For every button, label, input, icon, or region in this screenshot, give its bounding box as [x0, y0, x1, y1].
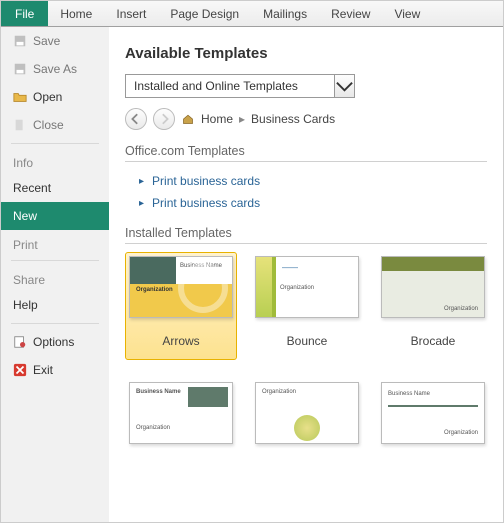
tab-page-design[interactable]: Page Design [158, 1, 251, 26]
exit-button[interactable]: Exit [1, 356, 109, 384]
template-row-1: Business Name Organization Arrows Organi… [125, 252, 487, 360]
template-bounce[interactable]: Organization Bounce [251, 252, 363, 360]
tab-view[interactable]: View [382, 1, 432, 26]
nav-forward-button[interactable] [153, 108, 175, 130]
content-pane: Available Templates Installed and Online… [109, 27, 503, 522]
tab-file[interactable]: File [1, 1, 48, 26]
share-button[interactable]: Share [1, 265, 109, 291]
tab-insert[interactable]: Insert [104, 1, 158, 26]
options-button[interactable]: Options [1, 328, 109, 356]
save-icon [13, 34, 27, 48]
breadcrumb: Home ▸ Business Cards [125, 108, 487, 130]
tab-mailings[interactable]: Mailings [251, 1, 319, 26]
template-item[interactable]: Business Name Organization [125, 378, 237, 448]
ribbon-tabs: File Home Insert Page Design Mailings Re… [1, 1, 503, 27]
recent-button[interactable]: Recent [1, 174, 109, 202]
crumb-home[interactable]: Home [201, 112, 233, 126]
template-source-dropdown[interactable]: Installed and Online Templates [125, 74, 355, 98]
backstage-sidebar: Save Save As Open Close Info Recent New … [1, 27, 109, 522]
page-title: Available Templates [125, 45, 487, 62]
template-item[interactable]: Business Name Organization [377, 378, 489, 448]
open-icon [13, 90, 27, 104]
exit-icon [13, 363, 27, 377]
close-label: Close [33, 118, 64, 132]
crumb-current: Business Cards [251, 112, 335, 126]
open-label: Open [33, 90, 62, 104]
template-label: Brocade [411, 326, 456, 356]
save-label: Save [33, 34, 60, 48]
new-button[interactable]: New [1, 202, 109, 230]
print-button[interactable]: Print [1, 230, 109, 256]
template-thumb: Business Name Organization [129, 256, 233, 318]
open-button[interactable]: Open [1, 83, 109, 111]
divider [11, 260, 99, 261]
home-icon[interactable] [181, 112, 195, 126]
divider [11, 143, 99, 144]
close-icon [13, 118, 27, 132]
nav-back-button[interactable] [125, 108, 147, 130]
template-item[interactable]: Organization [251, 378, 363, 448]
template-thumb: Organization [255, 382, 359, 444]
help-button[interactable]: Help [1, 291, 109, 319]
save-button[interactable]: Save [1, 27, 109, 55]
template-label: Arrows [162, 326, 199, 356]
template-thumb: Business Name Organization [129, 382, 233, 444]
officecom-link-1[interactable]: Print business cards [125, 192, 487, 214]
saveas-label: Save As [33, 62, 77, 76]
options-icon [13, 335, 27, 349]
chevron-down-icon[interactable] [334, 75, 354, 97]
installed-heading: Installed Templates [125, 226, 487, 244]
template-thumb: Business Name Organization [381, 382, 485, 444]
exit-label: Exit [33, 363, 53, 377]
divider [11, 323, 99, 324]
officecom-link-0[interactable]: Print business cards [125, 170, 487, 192]
close-button[interactable]: Close [1, 111, 109, 139]
crumb-separator: ▸ [239, 112, 245, 126]
template-row-2: Business Name Organization Organization … [125, 378, 487, 448]
saveas-button[interactable]: Save As [1, 55, 109, 83]
template-arrows[interactable]: Business Name Organization Arrows [125, 252, 237, 360]
template-thumb: Organization [255, 256, 359, 318]
dropdown-value: Installed and Online Templates [126, 79, 334, 93]
template-brocade[interactable]: Organization Brocade [377, 252, 489, 360]
saveas-icon [13, 62, 27, 76]
officecom-heading: Office.com Templates [125, 144, 487, 162]
template-thumb: Organization [381, 256, 485, 318]
template-label: Bounce [287, 326, 328, 356]
tab-review[interactable]: Review [319, 1, 382, 26]
options-label: Options [33, 335, 74, 349]
tab-home[interactable]: Home [48, 1, 104, 26]
info-button[interactable]: Info [1, 148, 109, 174]
